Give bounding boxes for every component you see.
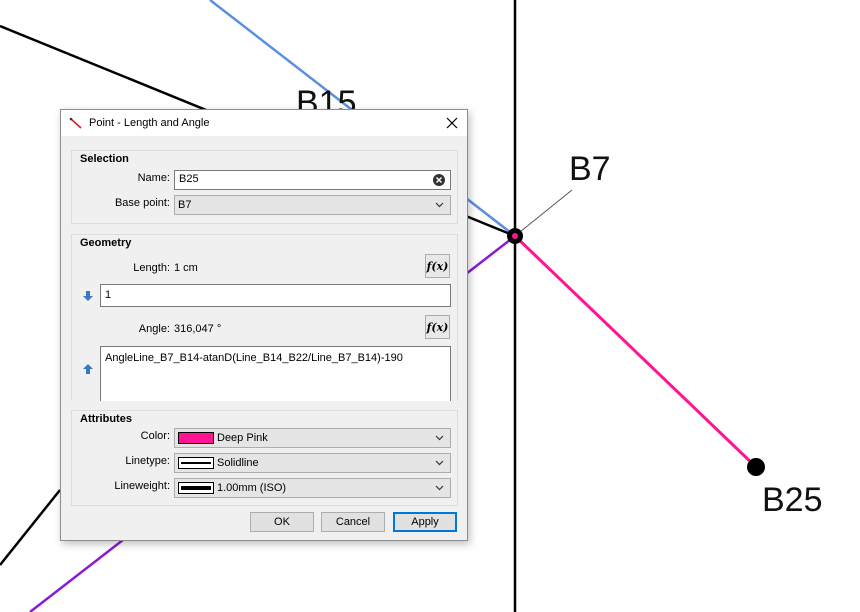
lineweight-select[interactable]: 1.00mm (ISO) xyxy=(174,478,451,498)
chevron-down-icon xyxy=(435,435,444,441)
length-value: 1 cm xyxy=(174,262,198,274)
black-lower-line[interactable] xyxy=(0,489,61,566)
base-point-select[interactable]: B7 xyxy=(174,195,451,215)
angle-formula-button[interactable]: f(x) xyxy=(425,315,450,339)
fx-icon: f(x) xyxy=(426,259,449,273)
name-label: Name: xyxy=(137,172,170,184)
length-label: Length: xyxy=(133,262,170,274)
lineweight-swatch xyxy=(178,482,214,494)
point-b25[interactable] xyxy=(747,458,765,476)
name-field[interactable]: B25 xyxy=(174,170,451,190)
angle-value: 316,047 ° xyxy=(174,323,222,335)
label-leader-line xyxy=(514,189,573,237)
angle-formula-input[interactable]: AngleLine_B7_B14-atanD(Line_B14_B22/Line… xyxy=(100,346,451,401)
base-point-label: Base point: xyxy=(114,197,170,209)
fx-icon: f(x) xyxy=(426,320,449,334)
attributes-group: Attributes Color: Deep Pink Linetype: So… xyxy=(71,410,458,506)
clear-icon[interactable] xyxy=(433,174,445,186)
length-formula-button[interactable]: f(x) xyxy=(425,254,450,278)
geometry-group: Geometry Length: 1 cm f(x) 1 Angle: 316,… xyxy=(71,234,458,401)
label-b25[interactable]: B25 xyxy=(762,481,823,520)
length-formula-input[interactable]: 1 xyxy=(100,284,451,307)
dialog-titlebar[interactable]: Point - Length and Angle xyxy=(61,110,467,136)
attributes-group-title: Attributes xyxy=(80,413,132,425)
arrow-down-icon[interactable] xyxy=(82,290,94,302)
ok-button[interactable]: OK xyxy=(250,512,314,532)
chevron-down-icon xyxy=(435,460,444,466)
chevron-down-icon xyxy=(435,202,444,208)
selection-group-title: Selection xyxy=(80,153,129,165)
line-tool-icon xyxy=(69,117,82,129)
arrow-up-icon[interactable] xyxy=(82,363,94,375)
base-point-value: B7 xyxy=(178,199,192,211)
angle-formula-value: AngleLine_B7_B14-atanD(Line_B14_B22/Line… xyxy=(105,352,403,364)
angle-label: Angle: xyxy=(138,323,170,335)
color-swatch xyxy=(178,432,214,444)
label-b7[interactable]: B7 xyxy=(569,150,611,189)
chevron-down-icon xyxy=(435,485,444,491)
linetype-label: Linetype: xyxy=(125,455,170,467)
color-value: Deep Pink xyxy=(217,432,268,444)
lineweight-value: 1.00mm (ISO) xyxy=(217,482,287,494)
apply-button[interactable]: Apply xyxy=(393,512,457,532)
selection-group: Selection Name: B25 Base point: B7 xyxy=(71,150,458,224)
linetype-select[interactable]: Solidline xyxy=(174,453,451,473)
point-b7-inner xyxy=(512,233,518,239)
color-select[interactable]: Deep Pink xyxy=(174,428,451,448)
close-icon xyxy=(446,117,458,129)
lineweight-label: Lineweight: xyxy=(114,480,170,492)
pink-line[interactable] xyxy=(513,234,758,469)
close-button[interactable] xyxy=(443,114,461,132)
color-label: Color: xyxy=(140,430,170,442)
linetype-swatch xyxy=(178,457,214,469)
linetype-value: Solidline xyxy=(217,457,259,469)
name-value: B25 xyxy=(179,173,199,185)
point-length-angle-dialog: Point - Length and Angle Selection Name:… xyxy=(60,109,468,541)
geometry-group-title: Geometry xyxy=(80,237,132,249)
length-formula-value: 1 xyxy=(105,289,112,301)
dialog-title: Point - Length and Angle xyxy=(89,117,210,129)
cancel-button[interactable]: Cancel xyxy=(321,512,385,532)
